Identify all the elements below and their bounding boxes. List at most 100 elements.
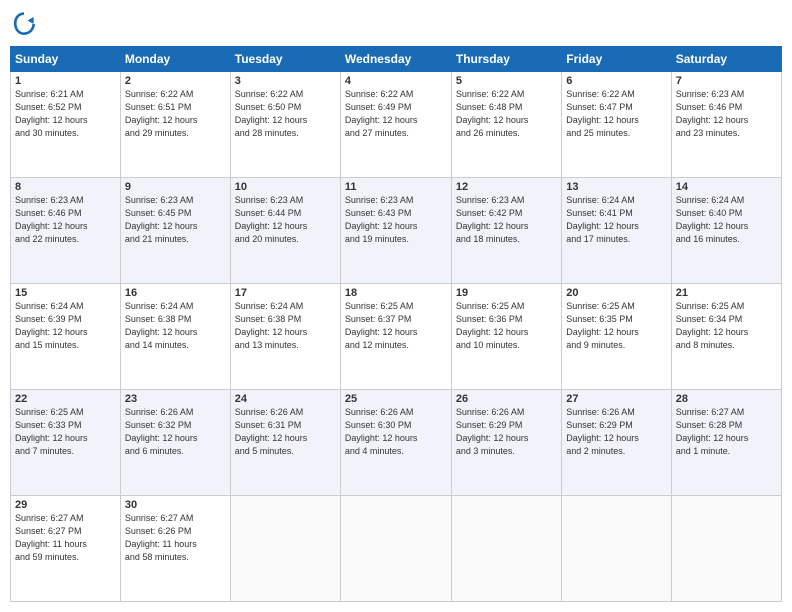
day-info: Sunrise: 6:24 AM Sunset: 6:39 PM Dayligh… — [15, 300, 116, 352]
day-number: 3 — [235, 75, 336, 87]
col-header-thursday: Thursday — [451, 47, 561, 72]
page: SundayMondayTuesdayWednesdayThursdayFrid… — [0, 0, 792, 612]
empty-cell — [562, 496, 671, 602]
empty-cell — [340, 496, 451, 602]
day-info: Sunrise: 6:25 AM Sunset: 6:35 PM Dayligh… — [566, 300, 666, 352]
empty-cell — [451, 496, 561, 602]
day-number: 10 — [235, 181, 336, 193]
day-info: Sunrise: 6:25 AM Sunset: 6:37 PM Dayligh… — [345, 300, 447, 352]
day-info: Sunrise: 6:27 AM Sunset: 6:27 PM Dayligh… — [15, 512, 116, 564]
day-info: Sunrise: 6:23 AM Sunset: 6:45 PM Dayligh… — [125, 194, 226, 246]
calendar-day-14: 14Sunrise: 6:24 AM Sunset: 6:40 PM Dayli… — [671, 178, 781, 284]
calendar-day-27: 27Sunrise: 6:26 AM Sunset: 6:29 PM Dayli… — [562, 390, 671, 496]
day-number: 16 — [125, 287, 226, 299]
day-number: 14 — [676, 181, 777, 193]
day-number: 18 — [345, 287, 447, 299]
day-number: 13 — [566, 181, 666, 193]
day-info: Sunrise: 6:23 AM Sunset: 6:46 PM Dayligh… — [15, 194, 116, 246]
logo — [10, 10, 42, 38]
day-number: 30 — [125, 499, 226, 511]
calendar-day-19: 19Sunrise: 6:25 AM Sunset: 6:36 PM Dayli… — [451, 284, 561, 390]
calendar-day-4: 4Sunrise: 6:22 AM Sunset: 6:49 PM Daylig… — [340, 72, 451, 178]
day-number: 19 — [456, 287, 557, 299]
calendar-day-13: 13Sunrise: 6:24 AM Sunset: 6:41 PM Dayli… — [562, 178, 671, 284]
day-info: Sunrise: 6:23 AM Sunset: 6:46 PM Dayligh… — [676, 88, 777, 140]
day-number: 12 — [456, 181, 557, 193]
day-info: Sunrise: 6:27 AM Sunset: 6:28 PM Dayligh… — [676, 406, 777, 458]
day-info: Sunrise: 6:22 AM Sunset: 6:51 PM Dayligh… — [125, 88, 226, 140]
logo-icon — [10, 10, 38, 38]
calendar-day-5: 5Sunrise: 6:22 AM Sunset: 6:48 PM Daylig… — [451, 72, 561, 178]
calendar-week-4: 22Sunrise: 6:25 AM Sunset: 6:33 PM Dayli… — [11, 390, 782, 496]
calendar-day-21: 21Sunrise: 6:25 AM Sunset: 6:34 PM Dayli… — [671, 284, 781, 390]
calendar-day-18: 18Sunrise: 6:25 AM Sunset: 6:37 PM Dayli… — [340, 284, 451, 390]
calendar-day-22: 22Sunrise: 6:25 AM Sunset: 6:33 PM Dayli… — [11, 390, 121, 496]
day-info: Sunrise: 6:27 AM Sunset: 6:26 PM Dayligh… — [125, 512, 226, 564]
day-info: Sunrise: 6:26 AM Sunset: 6:30 PM Dayligh… — [345, 406, 447, 458]
day-number: 28 — [676, 393, 777, 405]
day-number: 6 — [566, 75, 666, 87]
calendar-day-2: 2Sunrise: 6:22 AM Sunset: 6:51 PM Daylig… — [120, 72, 230, 178]
calendar-day-20: 20Sunrise: 6:25 AM Sunset: 6:35 PM Dayli… — [562, 284, 671, 390]
day-info: Sunrise: 6:26 AM Sunset: 6:29 PM Dayligh… — [566, 406, 666, 458]
calendar-header-row: SundayMondayTuesdayWednesdayThursdayFrid… — [11, 47, 782, 72]
calendar-day-6: 6Sunrise: 6:22 AM Sunset: 6:47 PM Daylig… — [562, 72, 671, 178]
day-info: Sunrise: 6:24 AM Sunset: 6:38 PM Dayligh… — [235, 300, 336, 352]
day-number: 24 — [235, 393, 336, 405]
day-number: 4 — [345, 75, 447, 87]
col-header-saturday: Saturday — [671, 47, 781, 72]
day-info: Sunrise: 6:25 AM Sunset: 6:36 PM Dayligh… — [456, 300, 557, 352]
day-number: 29 — [15, 499, 116, 511]
day-number: 2 — [125, 75, 226, 87]
day-number: 22 — [15, 393, 116, 405]
header — [10, 10, 782, 38]
day-number: 26 — [456, 393, 557, 405]
day-number: 5 — [456, 75, 557, 87]
day-info: Sunrise: 6:25 AM Sunset: 6:33 PM Dayligh… — [15, 406, 116, 458]
day-number: 23 — [125, 393, 226, 405]
col-header-sunday: Sunday — [11, 47, 121, 72]
day-info: Sunrise: 6:22 AM Sunset: 6:48 PM Dayligh… — [456, 88, 557, 140]
day-info: Sunrise: 6:24 AM Sunset: 6:38 PM Dayligh… — [125, 300, 226, 352]
calendar-day-12: 12Sunrise: 6:23 AM Sunset: 6:42 PM Dayli… — [451, 178, 561, 284]
day-number: 15 — [15, 287, 116, 299]
col-header-wednesday: Wednesday — [340, 47, 451, 72]
calendar-day-1: 1Sunrise: 6:21 AM Sunset: 6:52 PM Daylig… — [11, 72, 121, 178]
day-number: 17 — [235, 287, 336, 299]
calendar-day-10: 10Sunrise: 6:23 AM Sunset: 6:44 PM Dayli… — [230, 178, 340, 284]
calendar-day-30: 30Sunrise: 6:27 AM Sunset: 6:26 PM Dayli… — [120, 496, 230, 602]
calendar-table: SundayMondayTuesdayWednesdayThursdayFrid… — [10, 46, 782, 602]
col-header-monday: Monday — [120, 47, 230, 72]
day-info: Sunrise: 6:24 AM Sunset: 6:40 PM Dayligh… — [676, 194, 777, 246]
calendar-day-11: 11Sunrise: 6:23 AM Sunset: 6:43 PM Dayli… — [340, 178, 451, 284]
calendar-day-16: 16Sunrise: 6:24 AM Sunset: 6:38 PM Dayli… — [120, 284, 230, 390]
calendar-day-23: 23Sunrise: 6:26 AM Sunset: 6:32 PM Dayli… — [120, 390, 230, 496]
calendar-day-15: 15Sunrise: 6:24 AM Sunset: 6:39 PM Dayli… — [11, 284, 121, 390]
calendar-day-26: 26Sunrise: 6:26 AM Sunset: 6:29 PM Dayli… — [451, 390, 561, 496]
day-number: 21 — [676, 287, 777, 299]
day-info: Sunrise: 6:21 AM Sunset: 6:52 PM Dayligh… — [15, 88, 116, 140]
calendar-day-3: 3Sunrise: 6:22 AM Sunset: 6:50 PM Daylig… — [230, 72, 340, 178]
empty-cell — [671, 496, 781, 602]
day-number: 11 — [345, 181, 447, 193]
day-info: Sunrise: 6:22 AM Sunset: 6:47 PM Dayligh… — [566, 88, 666, 140]
calendar-day-8: 8Sunrise: 6:23 AM Sunset: 6:46 PM Daylig… — [11, 178, 121, 284]
day-info: Sunrise: 6:26 AM Sunset: 6:32 PM Dayligh… — [125, 406, 226, 458]
day-info: Sunrise: 6:26 AM Sunset: 6:29 PM Dayligh… — [456, 406, 557, 458]
day-info: Sunrise: 6:24 AM Sunset: 6:41 PM Dayligh… — [566, 194, 666, 246]
day-info: Sunrise: 6:23 AM Sunset: 6:42 PM Dayligh… — [456, 194, 557, 246]
col-header-tuesday: Tuesday — [230, 47, 340, 72]
calendar-day-24: 24Sunrise: 6:26 AM Sunset: 6:31 PM Dayli… — [230, 390, 340, 496]
calendar-day-9: 9Sunrise: 6:23 AM Sunset: 6:45 PM Daylig… — [120, 178, 230, 284]
calendar-week-5: 29Sunrise: 6:27 AM Sunset: 6:27 PM Dayli… — [11, 496, 782, 602]
calendar-day-28: 28Sunrise: 6:27 AM Sunset: 6:28 PM Dayli… — [671, 390, 781, 496]
calendar-day-25: 25Sunrise: 6:26 AM Sunset: 6:30 PM Dayli… — [340, 390, 451, 496]
day-info: Sunrise: 6:22 AM Sunset: 6:50 PM Dayligh… — [235, 88, 336, 140]
calendar-week-3: 15Sunrise: 6:24 AM Sunset: 6:39 PM Dayli… — [11, 284, 782, 390]
calendar-day-29: 29Sunrise: 6:27 AM Sunset: 6:27 PM Dayli… — [11, 496, 121, 602]
day-info: Sunrise: 6:23 AM Sunset: 6:44 PM Dayligh… — [235, 194, 336, 246]
empty-cell — [230, 496, 340, 602]
day-info: Sunrise: 6:23 AM Sunset: 6:43 PM Dayligh… — [345, 194, 447, 246]
col-header-friday: Friday — [562, 47, 671, 72]
calendar-day-7: 7Sunrise: 6:23 AM Sunset: 6:46 PM Daylig… — [671, 72, 781, 178]
